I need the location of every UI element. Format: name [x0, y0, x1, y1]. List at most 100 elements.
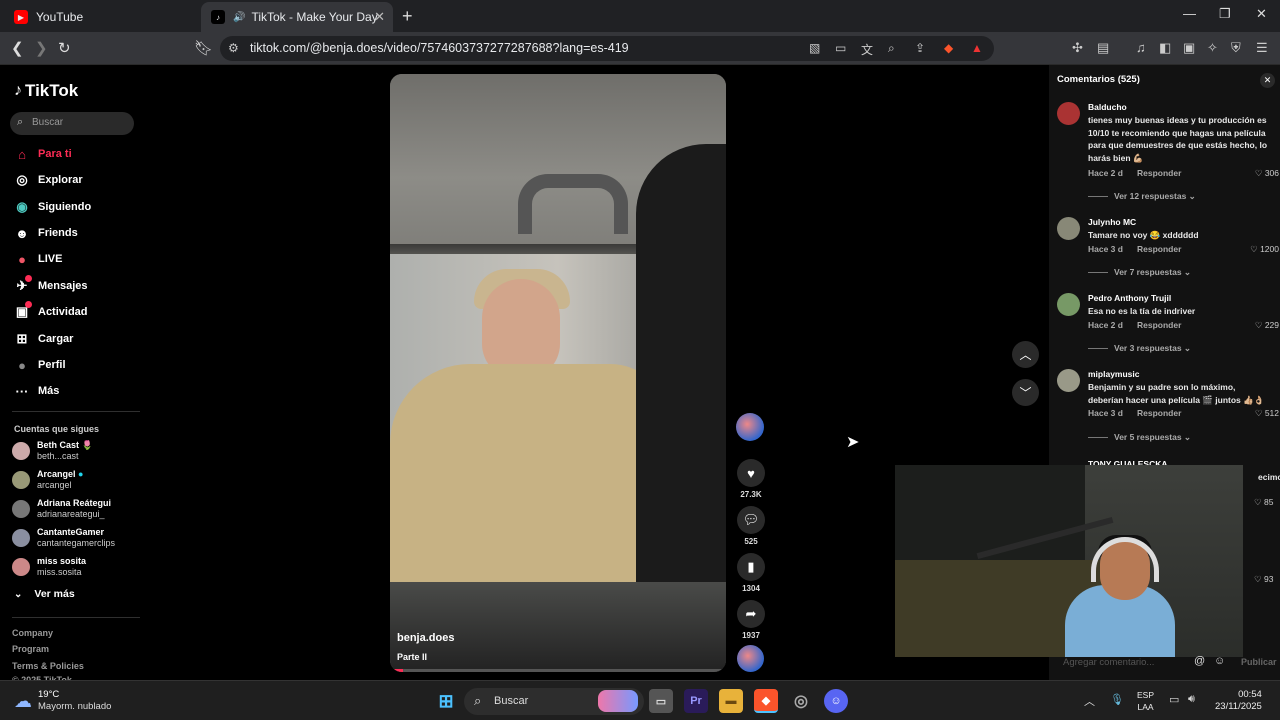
discord-icon[interactable]: ☺ [824, 689, 848, 713]
footer-link-program[interactable]: Program [12, 644, 49, 654]
author-avatar[interactable] [736, 413, 764, 441]
following-account[interactable]: Beth Cast 🌷 beth...cast [12, 437, 93, 465]
url-text[interactable]: tiktok.com/@benja.does/video/75746037372… [250, 41, 629, 55]
reader-icon[interactable]: ▤ [1097, 40, 1109, 56]
sidebar-icon[interactable]: ◧ [1159, 40, 1171, 56]
bookmark-icon[interactable]: 🔖︎ [194, 39, 213, 57]
system-clock[interactable]: 00:54 23/11/2025 [1215, 689, 1262, 713]
previous-video-button[interactable]: ︿ [1012, 341, 1039, 368]
nav-cargar[interactable]: ⊞ Cargar [12, 328, 74, 350]
publish-button[interactable]: Publicar [1241, 657, 1277, 667]
language-indicator[interactable]: ESP LAA [1137, 689, 1154, 713]
site-info-icon[interactable]: ⚙ [228, 41, 239, 55]
minimize-icon[interactable]: — [1183, 6, 1196, 21]
menu-icon[interactable]: ☰ [1256, 40, 1268, 56]
file-explorer-icon[interactable]: ▬ [719, 689, 743, 713]
nav-actividad[interactable]: ▣ Actividad [12, 301, 88, 323]
next-video-button[interactable]: ﹀ [1012, 379, 1039, 406]
comment-user[interactable]: Balducho [1088, 102, 1127, 112]
forward-icon[interactable]: ❯ [35, 39, 48, 57]
view-replies-button[interactable]: Ver 7 respuestas ⌄ [1088, 267, 1191, 278]
shields-off-icon[interactable]: ▧ [809, 41, 820, 55]
reply-button[interactable]: Responder [1137, 244, 1181, 254]
nav-siguiendo[interactable]: ◉ Siguiendo [12, 196, 91, 218]
reload-icon[interactable]: ↻ [58, 39, 71, 57]
volume-icon[interactable]: 🔊︎ [1188, 693, 1195, 706]
mention-icon[interactable]: @ [1194, 655, 1205, 667]
avatar[interactable] [1057, 102, 1080, 125]
tab-youtube[interactable]: ▶ YouTube [4, 4, 200, 30]
search-input[interactable]: ⌕ Buscar [10, 112, 134, 135]
vpn-icon[interactable]: ⛨ [1231, 40, 1241, 56]
network-icon[interactable]: ▭ [1169, 693, 1179, 706]
avatar[interactable] [1057, 217, 1080, 240]
comment-like[interactable]: ♡ 306 [1255, 168, 1279, 179]
heart-icon[interactable]: ♥ [737, 459, 765, 487]
restore-icon[interactable]: ❐ [1219, 6, 1231, 22]
share-arrow-icon[interactable]: ➦ [737, 600, 765, 628]
comment-like-partial[interactable]: ♡ 93 [1254, 574, 1273, 585]
footer-link-terms[interactable]: Terms & Policies [12, 661, 84, 671]
comment-user[interactable]: Pedro Anthony Trujil [1088, 293, 1171, 303]
following-account[interactable]: Arcangel ● arcangel [12, 466, 83, 494]
wallet-icon[interactable]: ▣ [1183, 40, 1195, 56]
microphone-icon[interactable]: 🎙︎ [1110, 693, 1124, 706]
nav-perfil[interactable]: ● Perfil [12, 354, 65, 376]
following-account[interactable]: Adriana Reátegui adrianareategui_ [12, 495, 111, 523]
tray-chevron-up-icon[interactable]: ︿ [1084, 693, 1095, 709]
leo-ai-icon[interactable]: ✧ [1207, 40, 1218, 56]
see-more-button[interactable]: ⌄ Ver más [14, 588, 75, 600]
music-icon[interactable]: ♫ [1136, 40, 1146, 55]
share-action[interactable]: ➦ 1937 [736, 600, 766, 640]
weather-widget[interactable]: ☁ 19°C Mayorm. nublado [14, 689, 111, 713]
new-tab-button[interactable]: + [402, 6, 413, 27]
nav-explorar[interactable]: ◎ Explorar [12, 169, 82, 191]
comment-user[interactable]: miplaymusic [1088, 369, 1140, 379]
view-replies-button[interactable]: Ver 3 respuestas ⌄ [1088, 343, 1191, 354]
nav-mensajes[interactable]: ✈ Mensajes [12, 275, 88, 297]
footer-link-company[interactable]: Company [12, 628, 53, 638]
reply-button[interactable]: Responder [1137, 320, 1181, 330]
view-replies-button[interactable]: Ver 12 respuestas ⌄ [1088, 191, 1196, 202]
zoom-icon[interactable]: ⌕ [888, 41, 895, 56]
comment-like-partial[interactable]: ♡ 85 [1254, 497, 1273, 508]
tab-tiktok[interactable]: ♪ 🔊 TikTok - Make Your Day ✕ [201, 2, 393, 32]
close-tab-icon[interactable]: ✕ [374, 9, 385, 25]
tiktok-logo[interactable]: ♪ TikTok [14, 81, 78, 101]
comment-icon[interactable]: 💬︎ [737, 506, 765, 534]
windows-start-icon[interactable]: ⊞ [434, 689, 458, 713]
avatar[interactable] [1057, 369, 1080, 392]
back-icon[interactable]: ❮ [11, 39, 24, 57]
translate-icon[interactable]: 文 [861, 41, 873, 58]
following-account[interactable]: CantanteGamer cantantegamerclips [12, 524, 115, 552]
nav-friends[interactable]: ☻ Friends [12, 222, 78, 244]
address-bar[interactable]: ⚙ tiktok.com/@benja.does/video/757460373… [220, 36, 994, 61]
search-highlight-icon[interactable] [598, 690, 638, 712]
comment-like[interactable]: ♡ 1200 [1250, 244, 1279, 255]
close-comments-icon[interactable]: ✕ [1260, 73, 1275, 88]
nav-mas[interactable]: ··· Más [12, 380, 60, 402]
save-action[interactable]: ▮ 1304 [736, 553, 766, 593]
avatar[interactable] [1057, 293, 1080, 316]
reply-button[interactable]: Responder [1137, 408, 1181, 418]
music-disc-avatar[interactable] [737, 645, 764, 672]
comment-user[interactable]: Julynho MC [1088, 217, 1136, 227]
reply-button[interactable]: Responder [1137, 168, 1181, 178]
nav-para-ti[interactable]: ⌂ Para ti [12, 143, 72, 165]
bookmark-icon[interactable]: ▮ [737, 553, 765, 581]
obs-icon[interactable]: ◎ [789, 689, 813, 713]
video-progress-bar[interactable] [390, 669, 726, 672]
brave-browser-icon[interactable]: ◆ [754, 689, 778, 713]
close-window-icon[interactable]: ✕ [1256, 6, 1267, 22]
brave-shield-icon[interactable]: ◆ [944, 41, 953, 55]
premiere-pro-icon[interactable]: Pr [684, 689, 708, 713]
comment-like[interactable]: ♡ 229 [1255, 320, 1279, 331]
emoji-icon[interactable]: ☺ [1214, 655, 1225, 667]
nav-live[interactable]: ● LIVE [12, 248, 62, 270]
comment-like[interactable]: ♡ 512 [1255, 408, 1279, 419]
share-icon[interactable]: ⇪ [915, 41, 925, 55]
extensions-icon[interactable]: ✣ [1072, 40, 1083, 56]
view-replies-button[interactable]: Ver 5 respuestas ⌄ [1088, 432, 1191, 443]
following-account[interactable]: miss sosita miss.sosita [12, 553, 86, 581]
task-view-icon[interactable]: ▭ [649, 689, 673, 713]
